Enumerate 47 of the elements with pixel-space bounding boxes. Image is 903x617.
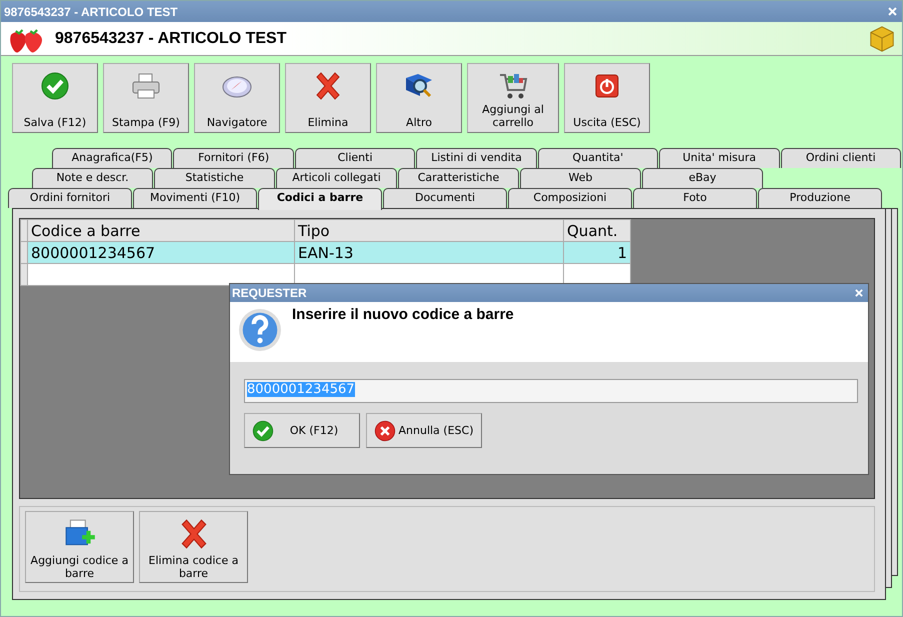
question-icon: [236, 306, 284, 354]
dialog-title: REQUESTER: [232, 286, 307, 300]
check-icon: [251, 418, 275, 442]
tab[interactable]: Caratteristiche: [398, 168, 519, 188]
toolbar-button[interactable]: Altro: [376, 63, 462, 133]
tab[interactable]: Composizioni: [508, 188, 632, 208]
tab[interactable]: Articoli collegati: [276, 168, 397, 188]
tab[interactable]: Fornitori (F6): [173, 148, 294, 168]
tab[interactable]: Web: [520, 168, 641, 188]
tab[interactable]: Foto: [633, 188, 757, 208]
tab[interactable]: Ordini fornitori: [8, 188, 132, 208]
toolbar-button[interactable]: Aggiungi al carrello: [467, 63, 559, 133]
tab[interactable]: Quantita': [538, 148, 658, 168]
cancel-icon: [373, 418, 397, 442]
tab[interactable]: Documenti: [383, 188, 507, 208]
tab[interactable]: Clienti: [294, 148, 416, 168]
column-header[interactable]: Codice a barre: [28, 220, 294, 242]
tab[interactable]: Codici a barre: [258, 188, 382, 210]
tab[interactable]: Movimenti (F10): [133, 188, 257, 208]
action-button[interactable]: Aggiungi codice a barre: [25, 511, 134, 583]
toolbar-button[interactable]: Navigatore: [194, 63, 280, 133]
table-cell: EAN-13: [294, 242, 564, 264]
tab[interactable]: eBay: [642, 168, 763, 188]
tab[interactable]: Ordini clienti: [780, 148, 901, 168]
table-cell: 8000001234567: [28, 242, 294, 264]
dialog-button[interactable]: Annulla (ESC): [366, 413, 482, 448]
column-header[interactable]: Tipo: [294, 220, 564, 242]
tab[interactable]: Note e descr.: [32, 168, 153, 188]
close-icon[interactable]: [887, 6, 898, 17]
table-cell: 1: [564, 242, 630, 264]
toolbar-button[interactable]: Uscita (ESC): [564, 63, 650, 133]
toolbar-button[interactable]: Stampa (F9): [103, 63, 189, 133]
tab[interactable]: Unita' misura: [659, 148, 780, 168]
tab[interactable]: Produzione: [758, 188, 882, 208]
dialog-button[interactable]: OK (F12): [244, 413, 360, 448]
column-header[interactable]: Quant.: [564, 220, 630, 242]
toolbar-button[interactable]: Salva (F12): [12, 63, 98, 133]
article-title: 9876543237 - ARTICOLO TEST: [55, 30, 288, 48]
check-icon: [39, 70, 71, 102]
action-button[interactable]: Elimina codice a barre: [139, 511, 248, 583]
tab[interactable]: Statistiche: [154, 168, 275, 188]
close-icon[interactable]: [854, 288, 864, 298]
dialog-message: Inserire il nuovo codice a barre: [292, 306, 514, 323]
tab[interactable]: Listini di vendita: [416, 148, 537, 168]
window-title: 9876543237 - ARTICOLO TEST: [4, 4, 178, 18]
tab[interactable]: Anagrafica(F5): [52, 148, 172, 168]
toolbar-button[interactable]: Elimina: [285, 63, 371, 133]
